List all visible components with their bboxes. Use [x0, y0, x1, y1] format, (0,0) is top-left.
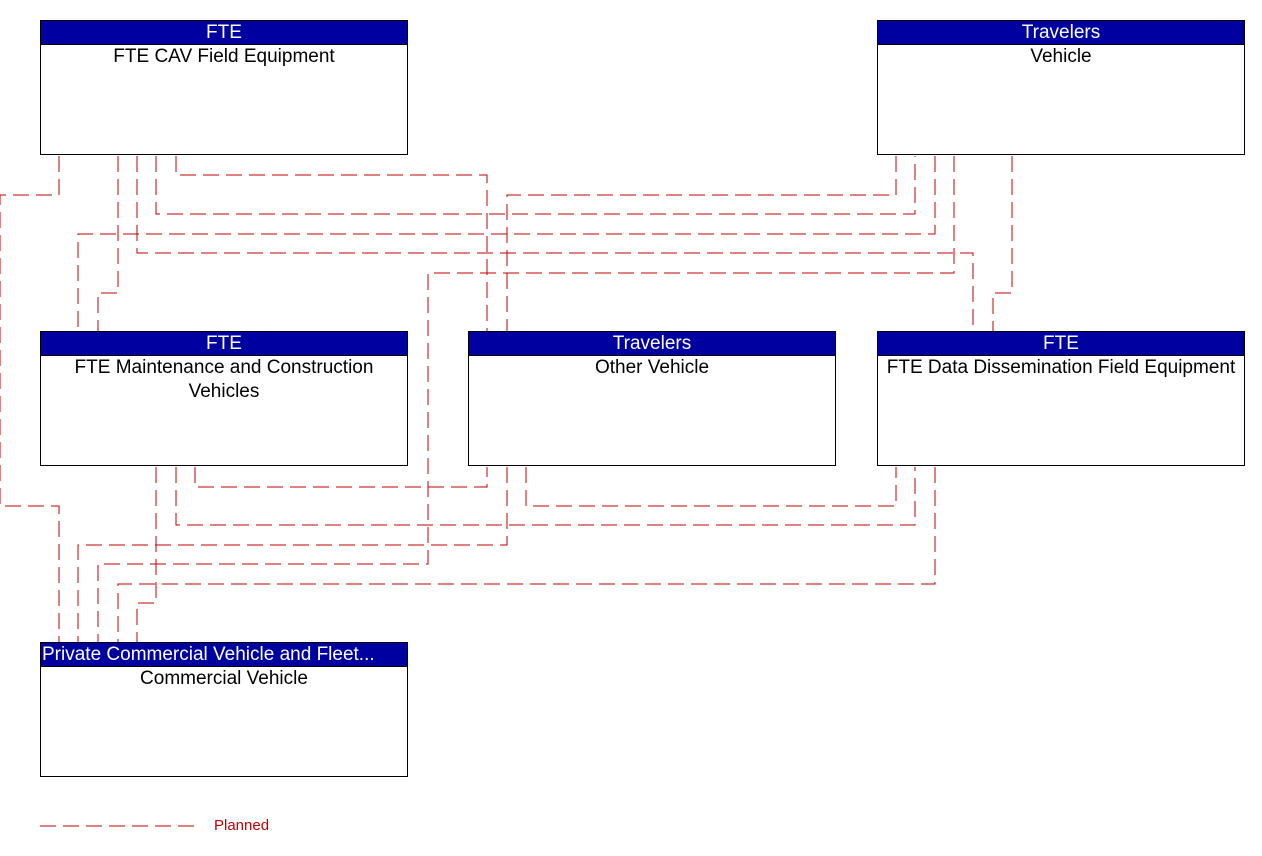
element-other-vehicle[interactable]: Travelers Other Vehicle: [468, 331, 836, 466]
element-group: Travelers: [878, 21, 1244, 45]
element-commercial-vehicle[interactable]: Private Commercial Vehicle and Fleet... …: [40, 642, 408, 777]
connection-cav-dissem[interactable]: [136, 156, 974, 331]
connection-cav-maint[interactable]: [97, 156, 119, 331]
element-vehicle[interactable]: Travelers Vehicle: [877, 20, 1245, 155]
connection-maint-other[interactable]: [194, 467, 488, 488]
element-group: FTE: [41, 332, 407, 356]
connection-cav-vehicle[interactable]: [155, 156, 916, 215]
element-fte-maintenance-vehicles[interactable]: FTE FTE Maintenance and Construction Veh…: [40, 331, 408, 466]
element-group: FTE: [41, 21, 407, 45]
element-group: Private Commercial Vehicle and Fleet...: [41, 643, 407, 667]
connection-cav-other[interactable]: [175, 156, 488, 331]
legend-label: Planned: [214, 817, 270, 834]
connection-vehicle-dissem[interactable]: [992, 156, 1013, 331]
element-name: FTE Maintenance and Construction Vehicle…: [74, 357, 374, 402]
element-name: Other Vehicle: [594, 357, 710, 378]
connection-vehicle-other[interactable]: [506, 156, 897, 331]
connection-other-commercial[interactable]: [77, 467, 508, 642]
element-name: FTE CAV Field Equipment: [113, 46, 335, 67]
element-name: Commercial Vehicle: [140, 668, 308, 689]
element-fte-cav-field-equipment[interactable]: FTE FTE CAV Field Equipment: [40, 20, 408, 155]
connection-maint-commercial[interactable]: [136, 467, 157, 642]
element-fte-data-dissemination[interactable]: FTE FTE Data Dissemination Field Equipme…: [877, 331, 1245, 466]
connection-other-dissem[interactable]: [525, 467, 897, 507]
element-name: FTE Data Dissemination Field Equipment: [886, 357, 1236, 378]
connection-maint-dissem[interactable]: [175, 467, 916, 526]
element-group: FTE: [878, 332, 1244, 356]
element-name: Vehicle: [1030, 46, 1092, 67]
element-group: Travelers: [469, 332, 835, 356]
